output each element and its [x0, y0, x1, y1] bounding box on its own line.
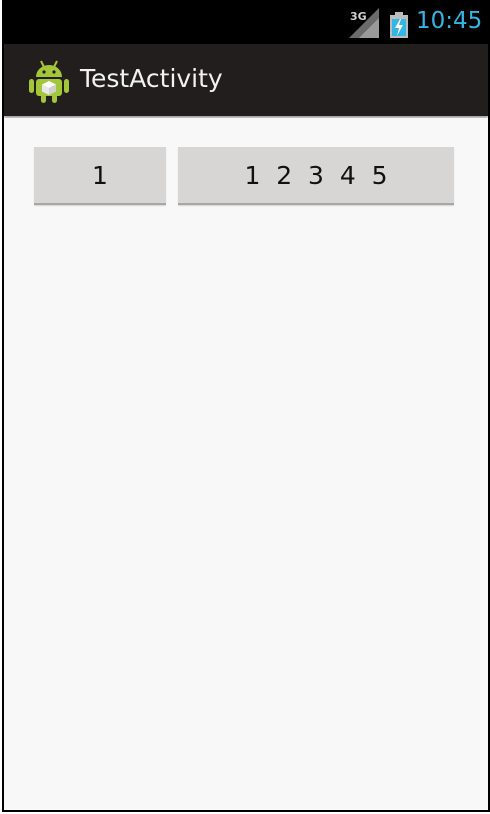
- clock-time: 10:45: [416, 8, 483, 34]
- battery-charging-icon: [390, 12, 408, 38]
- network-type-label: 3G: [350, 10, 367, 23]
- app-title: TestActivity: [80, 64, 223, 93]
- android-robot-icon[interactable]: [28, 58, 70, 104]
- status-bar: 3G 10:45: [4, 0, 488, 44]
- device-frame: 3G 10:45 TestActivity 1 1 2 3 4 5: [2, 0, 490, 812]
- button-one-to-five[interactable]: 1 2 3 4 5: [178, 147, 454, 205]
- main-content: 1 1 2 3 4 5: [4, 118, 488, 810]
- button-one[interactable]: 1: [34, 147, 166, 205]
- action-bar: TestActivity: [4, 44, 488, 116]
